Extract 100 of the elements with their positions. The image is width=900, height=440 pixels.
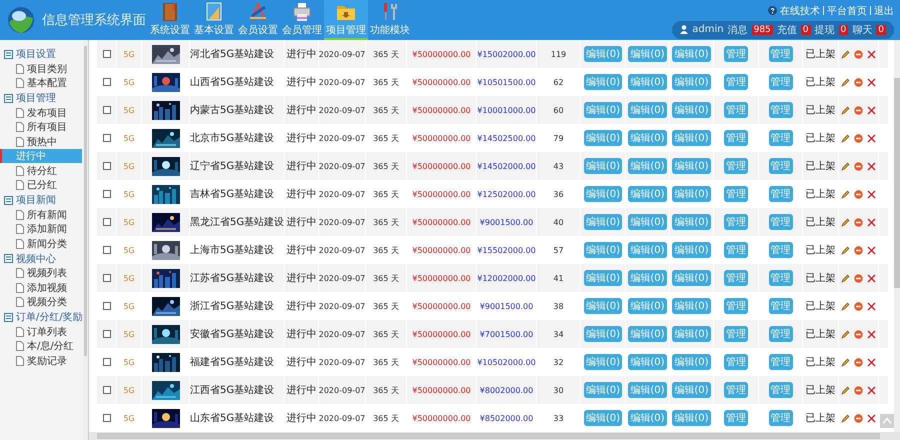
nav-tab[interactable]: 功能模块 xyxy=(368,0,412,40)
action-button[interactable]: 编辑(0) xyxy=(672,102,711,118)
header-link[interactable]: 退出 xyxy=(874,4,894,18)
action-button[interactable]: 编辑(0) xyxy=(584,46,622,62)
action-button[interactable]: 管理 xyxy=(724,298,748,314)
action-button[interactable]: 编辑(0) xyxy=(628,46,667,62)
action-button[interactable]: 管理 xyxy=(768,74,792,90)
action-button[interactable]: 编辑(0) xyxy=(584,214,622,230)
action-button[interactable]: 管理 xyxy=(724,382,748,398)
action-button[interactable]: 编辑(0) xyxy=(672,130,711,146)
action-button[interactable]: 管理 xyxy=(768,382,792,398)
sidebar-item[interactable]: 待分红 xyxy=(0,164,82,178)
action-button[interactable]: 管理 xyxy=(724,46,748,62)
action-button[interactable]: 管理 xyxy=(768,270,792,286)
sidebar-item[interactable]: 项目类别 xyxy=(0,62,82,76)
action-button[interactable]: 编辑(0) xyxy=(628,158,667,174)
sidebar-item[interactable]: 已分红 xyxy=(0,178,82,192)
action-button[interactable]: 编辑(0) xyxy=(672,74,711,90)
sidebar-item[interactable]: 订单列表 xyxy=(0,324,82,338)
action-button[interactable]: 编辑(0) xyxy=(584,326,622,342)
sidebar-group[interactable]: 项目新闻 xyxy=(4,193,83,207)
sidebar-item[interactable]: 添加新闻 xyxy=(0,222,82,236)
sidebar-item[interactable]: 所有新闻 xyxy=(0,208,82,222)
action-button[interactable]: 编辑(0) xyxy=(672,158,711,174)
sidebar-item[interactable]: 添加视频 xyxy=(0,280,82,294)
action-button[interactable]: 编辑(0) xyxy=(672,270,711,286)
action-button[interactable]: 管理 xyxy=(724,326,748,342)
action-button[interactable]: 编辑(0) xyxy=(628,298,667,314)
sidebar-group[interactable]: 项目管理 xyxy=(4,91,83,105)
action-button[interactable]: 管理 xyxy=(724,158,748,174)
action-button[interactable]: 管理 xyxy=(768,326,792,342)
action-button[interactable]: 编辑(0) xyxy=(672,354,711,370)
action-button[interactable]: 管理 xyxy=(768,242,792,258)
sidebar-item[interactable]: 视频分类 xyxy=(0,295,82,309)
action-button[interactable]: 管理 xyxy=(768,298,792,314)
action-button[interactable]: 管理 xyxy=(768,410,792,426)
action-button[interactable]: 编辑(0) xyxy=(628,130,667,146)
action-button[interactable]: 编辑(0) xyxy=(584,242,622,258)
action-button[interactable]: 编辑(0) xyxy=(584,158,622,174)
action-button[interactable]: 管理 xyxy=(724,102,748,118)
action-button[interactable]: 编辑(0) xyxy=(672,46,711,62)
action-button[interactable]: 管理 xyxy=(768,46,792,62)
action-button[interactable]: 管理 xyxy=(768,186,792,202)
header-link[interactable]: 在线技术 xyxy=(780,4,820,18)
sidebar-item[interactable]: 预热中 xyxy=(0,134,82,148)
action-button[interactable]: 编辑(0) xyxy=(672,186,711,202)
action-button[interactable]: 管理 xyxy=(724,74,748,90)
action-button[interactable]: 编辑(0) xyxy=(628,410,667,426)
action-button[interactable]: 编辑(0) xyxy=(628,382,667,398)
action-button[interactable]: 编辑(0) xyxy=(672,410,711,426)
action-button[interactable]: 管理 xyxy=(768,158,792,174)
action-button[interactable]: 管理 xyxy=(724,214,748,230)
action-button[interactable]: 编辑(0) xyxy=(672,382,711,398)
action-button[interactable]: 编辑(0) xyxy=(628,326,667,342)
action-button[interactable]: 管理 xyxy=(768,354,792,370)
action-button[interactable]: 编辑(0) xyxy=(584,186,622,202)
action-button[interactable]: 编辑(0) xyxy=(628,102,667,118)
action-button[interactable]: 编辑(0) xyxy=(628,186,667,202)
sidebar-item[interactable]: 基本配置 xyxy=(0,76,82,90)
sidebar-item[interactable]: 发布项目 xyxy=(0,106,82,120)
action-button[interactable]: 管理 xyxy=(724,270,748,286)
action-button[interactable]: 编辑(0) xyxy=(672,326,711,342)
sidebar-group[interactable]: 项目设置 xyxy=(4,47,83,61)
sidebar-item[interactable]: 视频列表 xyxy=(0,266,82,280)
action-button[interactable]: 管理 xyxy=(768,130,792,146)
action-button[interactable]: 管理 xyxy=(724,242,748,258)
action-button[interactable]: 编辑(0) xyxy=(628,74,667,90)
sidebar-item[interactable]: 所有项目 xyxy=(0,120,82,134)
action-button[interactable]: 管理 xyxy=(768,102,792,118)
action-button[interactable]: 编辑(0) xyxy=(584,382,622,398)
action-button[interactable]: 编辑(0) xyxy=(628,270,667,286)
action-button[interactable]: 管理 xyxy=(724,186,748,202)
action-button[interactable]: 编辑(0) xyxy=(628,354,667,370)
action-button[interactable]: 管理 xyxy=(724,354,748,370)
sidebar-item[interactable]: 进行中 xyxy=(0,149,82,163)
action-button[interactable]: 编辑(0) xyxy=(628,242,667,258)
nav-tab[interactable]: 项目管理 xyxy=(324,0,368,40)
header-link[interactable]: 平台首页 xyxy=(827,4,867,18)
action-button[interactable]: 管理 xyxy=(724,130,748,146)
action-button[interactable]: 管理 xyxy=(768,214,792,230)
action-button[interactable]: 编辑(0) xyxy=(584,410,622,426)
nav-tab[interactable]: 基本设置 xyxy=(192,0,236,40)
action-button[interactable]: 编辑(0) xyxy=(584,298,622,314)
sidebar-group[interactable]: 订单/分红/奖励 xyxy=(4,310,83,324)
action-button[interactable]: 编辑(0) xyxy=(628,214,667,230)
action-button[interactable]: 编辑(0) xyxy=(584,130,622,146)
sidebar-item[interactable]: 奖励记录 xyxy=(0,354,82,368)
action-button[interactable]: 编辑(0) xyxy=(584,102,622,118)
nav-tab[interactable]: 会员管理 xyxy=(280,0,324,40)
action-button[interactable]: 管理 xyxy=(724,410,748,426)
action-button[interactable]: 编辑(0) xyxy=(672,298,711,314)
action-button[interactable]: 编辑(0) xyxy=(584,354,622,370)
nav-tab[interactable]: 会员设置 xyxy=(236,0,280,40)
action-button[interactable]: 编辑(0) xyxy=(584,270,622,286)
sidebar-item[interactable]: 本/息/分红 xyxy=(0,339,82,353)
sidebar-item[interactable]: 新闻分类 xyxy=(0,236,82,250)
action-button[interactable]: 编辑(0) xyxy=(584,74,622,90)
action-button[interactable]: 编辑(0) xyxy=(672,242,711,258)
action-button[interactable]: 编辑(0) xyxy=(672,214,711,230)
nav-tab[interactable]: 系统设置 xyxy=(148,0,192,40)
